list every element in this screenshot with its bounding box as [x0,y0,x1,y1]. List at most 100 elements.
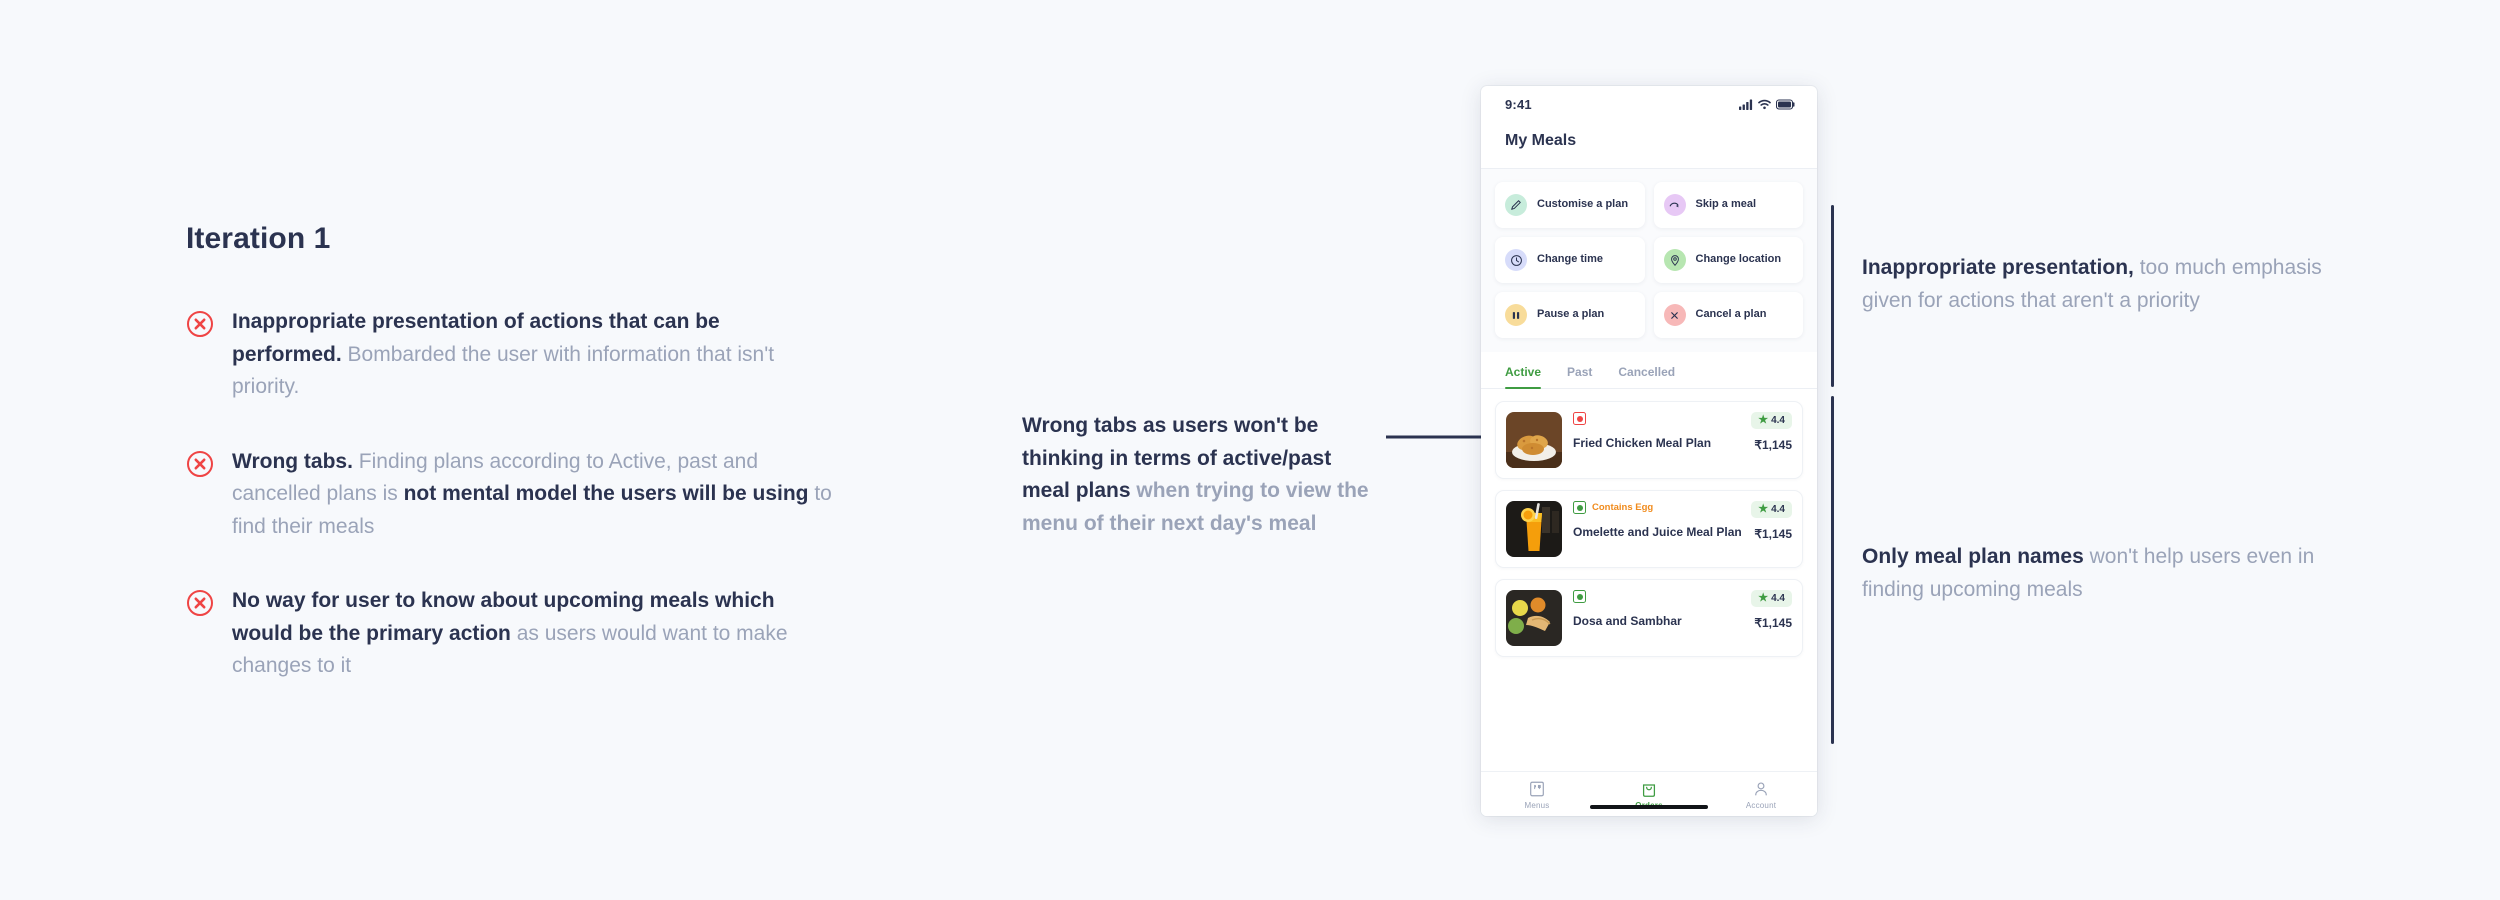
page-title: Iteration 1 [186,222,331,255]
meal-top-row: ★ 4.4 [1573,412,1792,429]
action-card-change-location[interactable]: Change location [1653,237,1803,283]
meal-details: Contains Egg ★ 4.4 Omelette and Juice Me… [1573,501,1792,557]
meal-details: ★ 4.4 Dosa and Sambhar ₹1,145 [1573,590,1792,646]
phone-mockup: 9:41 My Meals Customise a plan Skip a me… [1481,86,1817,816]
status-time: 9:41 [1505,96,1532,112]
wifi-icon [1758,99,1771,109]
action-card-cancel-a-plan[interactable]: Cancel a plan [1653,292,1803,338]
status-icon-group [1739,98,1795,110]
meal-top-row: ★ 4.4 [1573,590,1792,607]
status-badge: ★ 4.4 [1751,501,1792,518]
pause-icon [1505,304,1527,326]
error-circle-icon [186,310,214,338]
meal-name: Fried Chicken Meal Plan [1573,436,1712,450]
list-item[interactable]: ★ 4.4 Fried Chicken Meal Plan ₹1,145 [1495,401,1803,479]
nav-item-account[interactable]: Account [1726,780,1796,810]
skip-arrow-icon [1663,194,1686,216]
meal-bottom-row: Omelette and Juice Meal Plan ₹1,145 [1573,525,1792,541]
fried-chicken-thumbnail [1506,412,1562,468]
issue-bold-text-2: not mental model the users will be using [403,482,809,506]
meal-name: Dosa and Sambhar [1573,614,1682,628]
list-item[interactable]: Contains Egg ★ 4.4 Omelette and Juice Me… [1495,490,1803,568]
nav-label: Account [1745,801,1777,810]
shopping-bag-icon [1642,784,1656,797]
action-card-skip-a-meal[interactable]: Skip a meal [1653,182,1803,228]
error-circle-icon [186,589,214,617]
action-card-pause-a-plan[interactable]: Pause a plan [1495,292,1645,338]
status-badge: ★ 4.4 [1751,412,1792,429]
close-x-icon [1663,304,1686,326]
person-icon [1755,782,1767,796]
pencil-icon [1505,194,1527,216]
right-annotation-bold: Inappropriate presentation, [1862,256,2134,279]
veg-marker-icon [1573,590,1586,603]
issue-text: Inappropriate presentation of actions th… [232,306,832,404]
meal-price: ₹1,145 [1754,615,1792,630]
menu-book-icon [1530,781,1544,797]
battery-icon [1776,98,1795,110]
meal-name: Omelette and Juice Meal Plan [1573,525,1742,539]
annotation-bracket-bottom [1831,396,1834,744]
iteration-critique-panel: Iteration 1 Inappropriate presentation o… [186,222,846,725]
status-badge: ★ 4.4 [1751,590,1792,607]
meal-price: ₹1,145 [1754,437,1792,452]
issue-item: Wrong tabs. Finding plans according to A… [186,446,846,544]
right-annotation-2: Only meal plan names won't help users ev… [1862,541,2332,606]
quick-actions-grid: Customise a plan Skip a meal Change time… [1495,182,1803,338]
clock-icon [1505,249,1527,271]
nav-label: Menus [1524,801,1550,810]
juice-glass-thumbnail [1506,501,1562,557]
tab-past[interactable]: Past [1567,365,1592,388]
action-card-customise-a-plan[interactable]: Customise a plan [1495,182,1645,228]
tab-active[interactable]: Active [1505,365,1542,389]
issue-text: No way for user to know about upcoming m… [232,585,832,683]
action-label: Cancel a plan [1695,308,1767,321]
action-label: Pause a plan [1537,308,1605,321]
rating-value: 4.4 [1771,504,1785,515]
list-item[interactable]: ★ 4.4 Dosa and Sambhar ₹1,145 [1495,579,1803,657]
star-icon: ★ [1758,592,1769,604]
dosa-platter-thumbnail [1506,590,1562,646]
annotation-bracket-top [1831,205,1834,387]
action-label: Customise a plan [1537,198,1629,211]
middle-annotation: Wrong tabs as users won't be thinking in… [1022,410,1372,540]
meal-plan-list: ★ 4.4 Fried Chicken Meal Plan ₹1,145 Con… [1481,389,1817,816]
diet-label: Contains Egg [1592,502,1654,513]
signal-icon [1739,99,1753,110]
meal-bottom-row: Fried Chicken Meal Plan ₹1,145 [1573,436,1792,452]
home-indicator [1590,805,1708,809]
meal-top-row: Contains Egg ★ 4.4 [1573,501,1792,518]
action-label: Skip a meal [1695,198,1757,211]
meal-details: ★ 4.4 Fried Chicken Meal Plan ₹1,145 [1573,412,1792,468]
meal-bottom-row: Dosa and Sambhar ₹1,145 [1573,614,1792,630]
issue-text: Wrong tabs. Finding plans according to A… [232,446,832,544]
action-card-change-time[interactable]: Change time [1495,237,1645,283]
right-annotation-1: Inappropriate presentation, too much emp… [1862,252,2332,317]
nonveg-marker-icon [1573,412,1586,425]
screenshot-canvas: Iteration 1 Inappropriate presentation o… [0,0,2500,900]
phone-status-bar: 9:41 [1481,86,1817,122]
action-label: Change time [1537,253,1604,266]
nav-item-menus[interactable]: Menus [1502,780,1572,810]
right-annotation-bold: Only meal plan names [1862,545,2084,568]
error-circle-icon [186,450,214,478]
star-icon: ★ [1758,503,1769,515]
rating-value: 4.4 [1771,415,1785,426]
meal-price: ₹1,145 [1754,526,1792,541]
rating-value: 4.4 [1771,593,1785,604]
location-pin-icon [1663,249,1686,271]
issue-item: No way for user to know about upcoming m… [186,585,846,683]
diet-indicator [1573,590,1592,603]
meal-plan-tabs: Active Past Cancelled [1481,352,1817,389]
star-icon: ★ [1758,414,1769,426]
bottom-navigation-bar: Menus Orders Account [1481,771,1817,816]
action-label: Change location [1695,253,1782,266]
issue-item: Inappropriate presentation of actions th… [186,306,846,404]
diet-indicator [1573,412,1592,425]
phone-screen-title: My Meals [1505,132,1577,149]
tab-cancelled[interactable]: Cancelled [1618,365,1675,388]
issue-bold-text: Wrong tabs. [232,449,353,473]
diet-indicator: Contains Egg [1573,501,1653,514]
veg-marker-icon [1573,501,1586,514]
quick-actions-section: Customise a plan Skip a meal Change time… [1481,169,1817,352]
